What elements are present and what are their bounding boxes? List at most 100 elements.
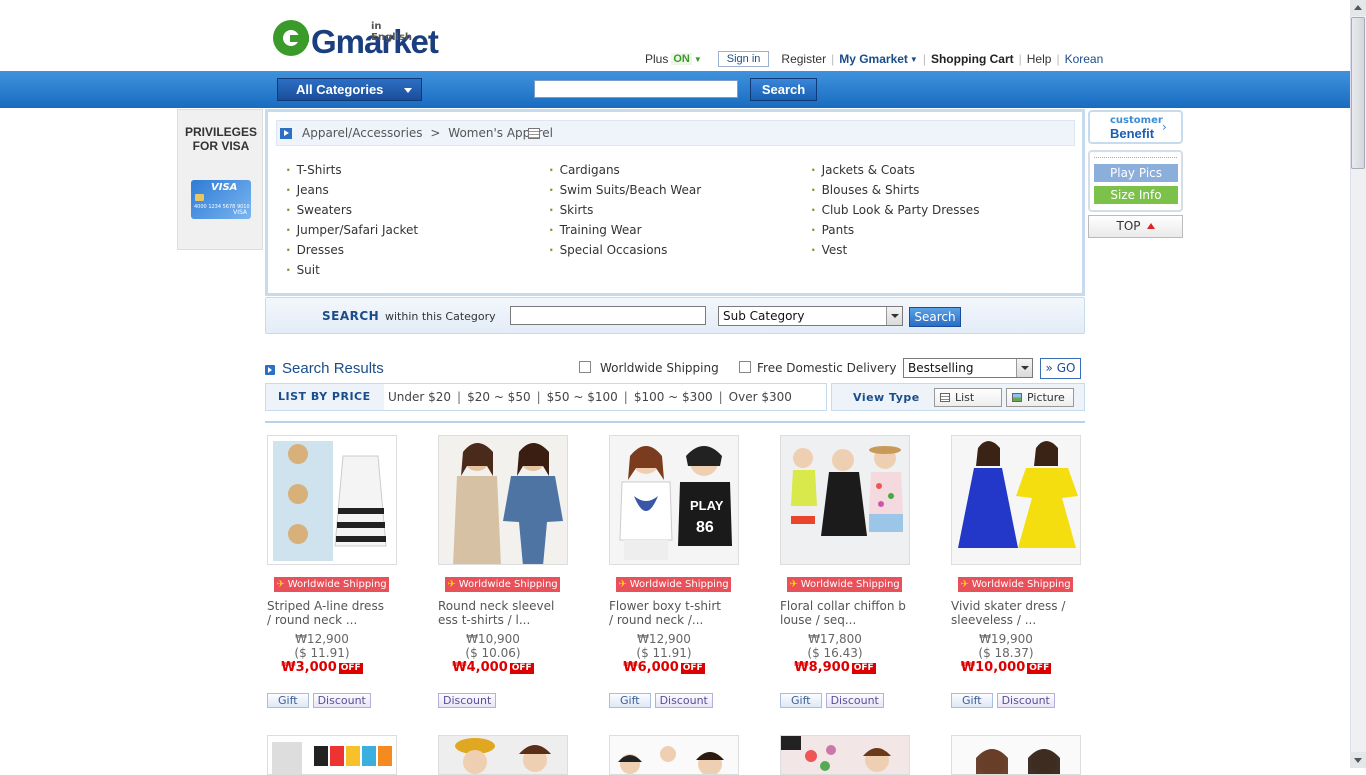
gift-tag[interactable]: Gift	[609, 693, 651, 708]
product-name-line: Striped A-line dress	[267, 599, 384, 613]
product-image[interactable]	[438, 435, 568, 565]
product-image[interactable]	[780, 735, 910, 775]
plus-dropdown-icon[interactable]: ▼	[694, 55, 702, 64]
category-search-button[interactable]: Search	[909, 307, 961, 327]
category-column-3: Jackets & Coats Blouses & Shirts Club Lo…	[811, 160, 980, 260]
card-chip-icon	[195, 194, 204, 201]
sale-price: ₩4,000 OFF	[438, 660, 548, 675]
register-link[interactable]: Register	[781, 52, 826, 66]
product-name[interactable]: Striped A-line dress / round neck ...	[267, 599, 397, 627]
product-name-line: / round neck /...	[609, 613, 704, 627]
price-option[interactable]: $100 ~ $300	[634, 390, 713, 404]
sort-select[interactable]: Bestselling	[903, 358, 1033, 378]
category-link[interactable]: Jeans	[286, 180, 418, 200]
chevron-down-icon[interactable]: ▼	[910, 55, 918, 64]
discount-tag[interactable]: Discount	[825, 693, 884, 708]
logo-g-icon	[273, 20, 309, 56]
product-name[interactable]: Floral collar chiffon b louse / seq...	[780, 599, 910, 627]
category-link[interactable]: Club Look & Party Dresses	[811, 200, 980, 220]
category-link[interactable]: Training Wear	[549, 220, 701, 240]
product-name[interactable]: Flower boxy t-shirt / round neck /...	[609, 599, 739, 627]
visa-promo-banner[interactable]: PRIVILEGES FOR VISA VISA 4000 1234 5678 …	[177, 109, 263, 250]
size-info-button[interactable]: Size Info	[1094, 186, 1178, 204]
category-link[interactable]: Cardigans	[549, 160, 701, 180]
expand-icon[interactable]	[280, 128, 292, 139]
price-option[interactable]: Over $300	[729, 390, 792, 404]
go-button[interactable]: » GO	[1040, 358, 1081, 379]
price-option[interactable]: $50 ~ $100	[547, 390, 618, 404]
category-link[interactable]: Sweaters	[286, 200, 418, 220]
price-option[interactable]: $20 ~ $50	[467, 390, 531, 404]
view-picture-button[interactable]: Picture	[1006, 388, 1074, 407]
product-image[interactable]	[951, 735, 1081, 775]
help-link[interactable]: Help	[1027, 52, 1052, 66]
breadcrumb-text: Apparel/Accessories > Women's Apparel	[302, 126, 553, 140]
language-link[interactable]: Korean	[1065, 52, 1104, 66]
free-domestic-label[interactable]: Free Domestic Delivery	[757, 361, 896, 375]
category-link[interactable]: Dresses	[286, 240, 418, 260]
sale-amount: ₩10,000	[960, 660, 1026, 675]
category-link[interactable]: Pants	[811, 220, 979, 240]
category-link[interactable]: Special Occasions	[549, 240, 701, 260]
product-name[interactable]: Round neck sleevel ess t-shirts / l...	[438, 599, 568, 627]
back-to-top-button[interactable]: TOP	[1088, 215, 1183, 238]
card-brand: VISA	[211, 182, 238, 193]
category-link[interactable]: Jackets & Coats	[811, 160, 979, 180]
gift-tag[interactable]: Gift	[951, 693, 993, 708]
scrollbar-thumb[interactable]	[1351, 17, 1365, 169]
discount-tag[interactable]: Discount	[312, 693, 371, 708]
price-option[interactable]: Under $20	[388, 390, 451, 404]
category-link[interactable]: Jumper/Safari Jacket	[286, 220, 419, 240]
category-link[interactable]: Suit	[286, 260, 418, 280]
discount-tag[interactable]: Discount	[654, 693, 713, 708]
category-link[interactable]: Vest	[811, 240, 979, 260]
worldwide-shipping-checkbox[interactable]	[579, 361, 591, 373]
sub-category-select[interactable]: Sub Category	[718, 306, 903, 326]
customer-benefit-button[interactable]: customer Benefit ›	[1088, 110, 1183, 144]
divider: |	[1018, 52, 1022, 66]
product-image[interactable]	[267, 735, 397, 775]
product-name[interactable]: Vivid skater dress / sleeveless / ...	[951, 599, 1081, 627]
product-tags: Discount	[438, 693, 497, 708]
picture-icon	[1012, 393, 1022, 402]
category-link[interactable]: T-Shirts	[286, 160, 418, 180]
product-image[interactable]	[780, 435, 910, 565]
product-image[interactable]: PLAY 86	[609, 435, 739, 565]
product-image[interactable]	[951, 435, 1081, 565]
category-link[interactable]: Swim Suits/Beach Wear	[549, 180, 702, 200]
gmarket-logo[interactable]: Gmarket in English	[273, 20, 439, 62]
category-search-input[interactable]	[510, 306, 706, 325]
sub-category-value: Sub Category	[723, 309, 805, 323]
gift-tag[interactable]: Gift	[267, 693, 309, 708]
free-domestic-checkbox[interactable]	[739, 361, 751, 373]
discount-tag[interactable]: Discount	[996, 693, 1055, 708]
category-grid-icon[interactable]	[528, 128, 540, 139]
search-button[interactable]: Search	[750, 78, 817, 101]
category-link[interactable]: Blouses & Shirts	[811, 180, 979, 200]
view-list-label: List	[955, 391, 975, 404]
results-bullet-icon	[265, 365, 275, 375]
product-image[interactable]	[438, 735, 568, 775]
product-image[interactable]	[267, 435, 397, 565]
shopping-cart-link[interactable]: Shopping Cart	[931, 52, 1014, 66]
my-gmarket-link[interactable]: My Gmarket	[839, 52, 908, 66]
scroll-up-icon[interactable]	[1350, 0, 1366, 16]
logo-tagline: in English	[371, 21, 413, 43]
all-categories-button[interactable]: All Categories	[277, 78, 422, 101]
play-pics-button[interactable]: Play Pics	[1094, 164, 1178, 182]
discount-tag[interactable]: Discount	[438, 693, 497, 708]
worldwide-shipping-label[interactable]: Worldwide Shipping	[600, 361, 719, 375]
product-image[interactable]	[609, 735, 739, 775]
usd-price: ($ 10.06)	[465, 646, 521, 660]
plus-toggle[interactable]: ON	[671, 53, 692, 65]
search-input[interactable]	[534, 80, 738, 98]
divider	[265, 421, 1085, 423]
category-link[interactable]: Skirts	[549, 200, 701, 220]
view-list-button[interactable]: List	[934, 388, 1002, 407]
breadcrumb-root[interactable]: Apparel/Accessories	[302, 126, 423, 140]
all-categories-label: All Categories	[296, 82, 384, 97]
view-type-bar: View Type List Picture	[831, 383, 1085, 411]
sign-in-button[interactable]: Sign in	[717, 51, 770, 67]
gift-tag[interactable]: Gift	[780, 693, 822, 708]
scroll-down-icon[interactable]	[1350, 752, 1366, 768]
